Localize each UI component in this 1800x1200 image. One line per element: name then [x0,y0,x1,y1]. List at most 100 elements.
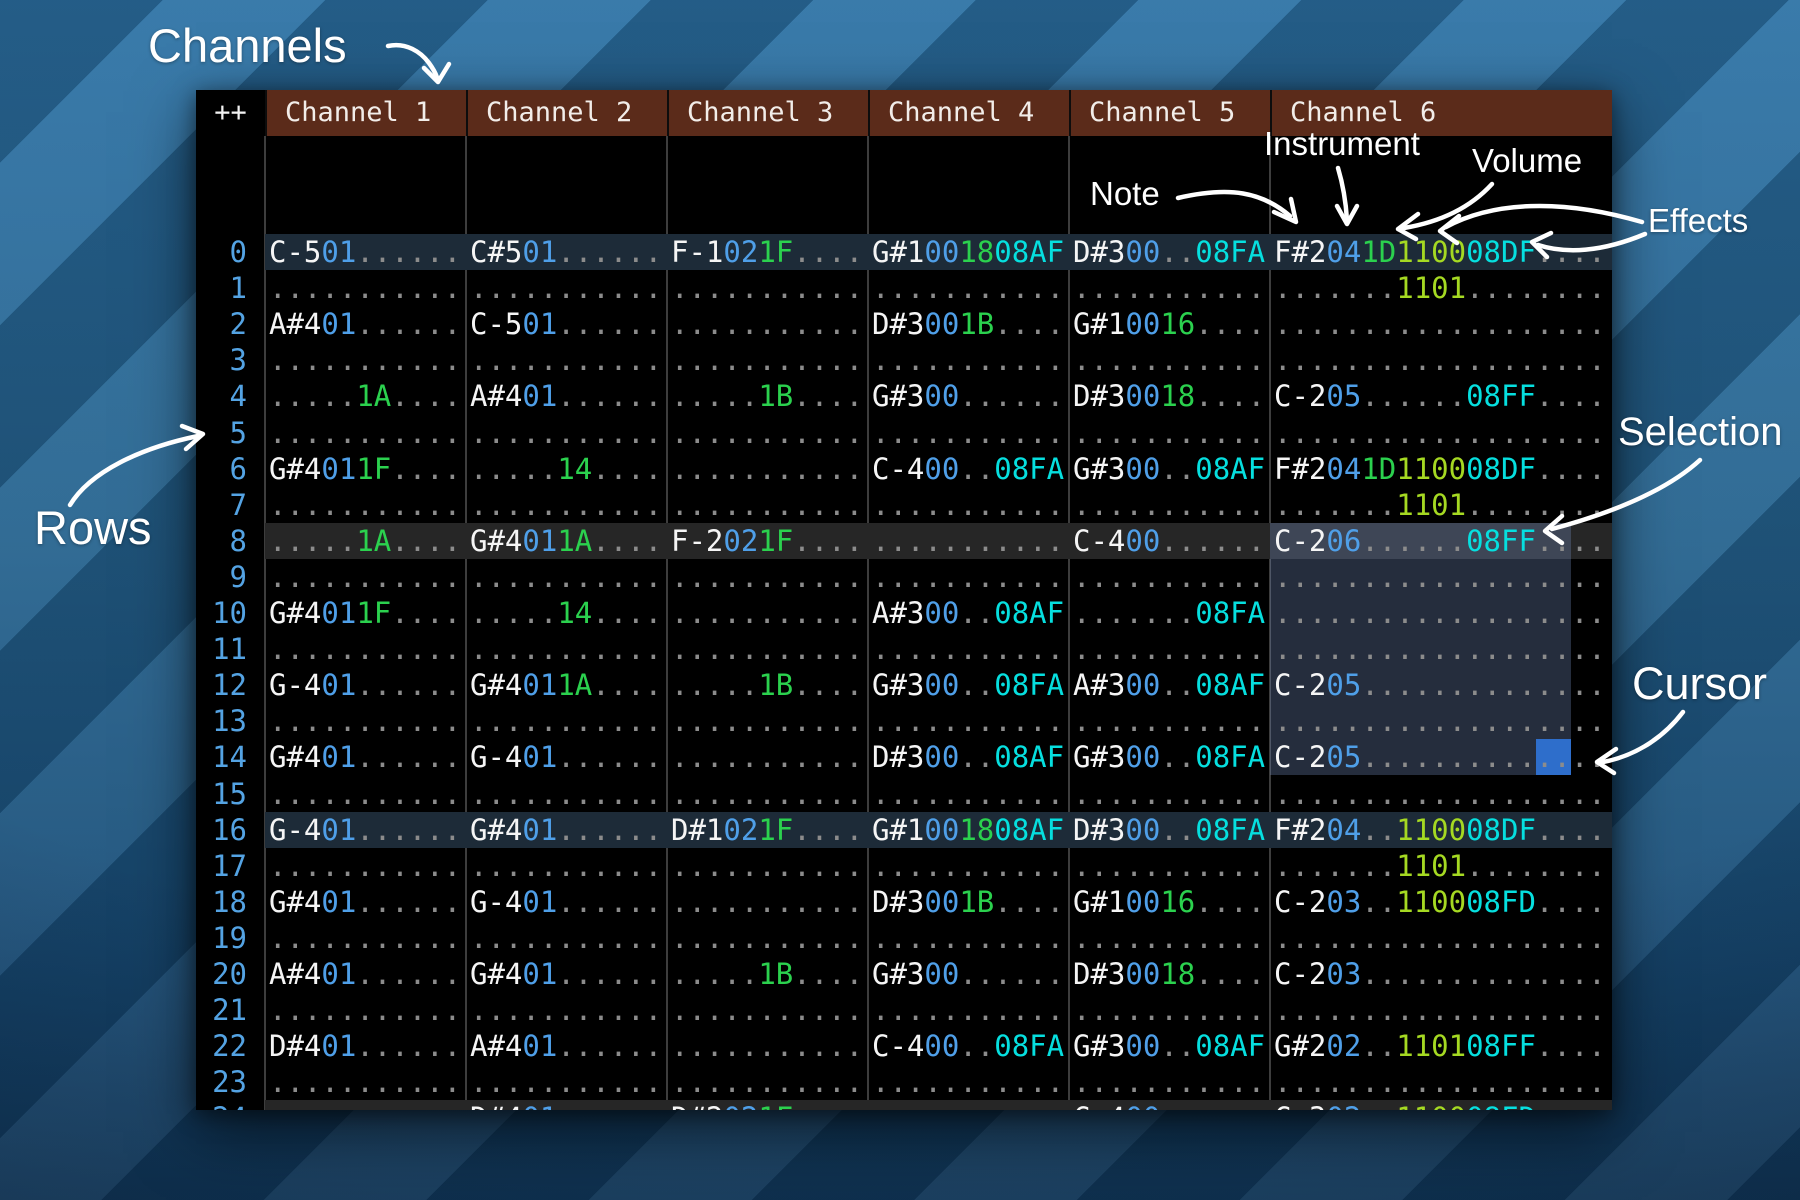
pattern-cell[interactable]: G#202..110108FF.... [1274,1028,1606,1064]
pattern-cell[interactable]: C-205......08FF.... [1274,378,1606,414]
pattern-cell[interactable]: ........... [269,415,461,451]
pattern-cell[interactable]: C-400..08FA [872,451,1064,487]
pattern-cell[interactable]: F#2041D110008DF.... [1274,234,1606,270]
pattern-cell[interactable]: A#401...... [470,378,662,414]
pattern-cell[interactable]: G#401...... [470,956,662,992]
pattern-cell[interactable]: A#300..08AF [1073,667,1265,703]
pattern-cell[interactable]: ........... [671,451,863,487]
pattern-cell[interactable]: ........... [671,559,863,595]
pattern-cell[interactable]: .......08FA [1073,595,1265,631]
pattern-cell[interactable]: ........... [872,631,1064,667]
pattern-cell[interactable]: ........... [269,920,461,956]
channel-header-1[interactable]: Channel 1 [265,90,466,136]
pattern-cell[interactable]: G#300..08AF [1073,1028,1265,1064]
pattern-cell[interactable]: D#300..08FA [1073,812,1265,848]
pattern-cell[interactable]: ................... [1274,1064,1606,1100]
pattern-cell[interactable]: C#501...... [470,234,662,270]
pattern-cell[interactable]: D#300..08AF [872,739,1064,775]
pattern-cell[interactable]: G-401...... [470,884,662,920]
pattern-cell[interactable]: F-1021F.... [671,234,863,270]
pattern-cell[interactable]: ........... [470,1064,662,1100]
pattern-cell[interactable]: .....1B.... [671,667,863,703]
pattern-cell[interactable]: ........... [269,559,461,595]
pattern-cell[interactable]: ........... [1073,631,1265,667]
pattern-cell[interactable]: ........... [671,739,863,775]
pattern-cell[interactable]: G#1001808AF [872,234,1064,270]
pattern-cell[interactable]: ........... [872,920,1064,956]
pattern-cell[interactable]: .......1101........ [1274,270,1606,306]
pattern-cell[interactable]: ........... [1073,848,1265,884]
pattern-cell[interactable]: ........... [1073,415,1265,451]
pattern-cell[interactable]: .....1A.... [269,523,461,559]
pattern-cell[interactable]: C-400...... [1073,1100,1265,1110]
pattern-cell[interactable]: ........... [671,776,863,812]
pattern-cell[interactable]: G#4011A.... [470,667,662,703]
pattern-cell[interactable]: D#401...... [470,1100,662,1110]
pattern-cell[interactable]: ........... [671,342,863,378]
pattern-cell[interactable]: G-401...... [269,812,461,848]
pattern-cell[interactable]: G-401...... [269,667,461,703]
pattern-cell[interactable]: G#1001808AF [872,812,1064,848]
pattern-cell[interactable]: ........... [470,342,662,378]
channel-header-2[interactable]: Channel 2 [466,90,667,136]
pattern-cell[interactable]: ................... [1274,920,1606,956]
pattern-cell[interactable]: ........... [269,631,461,667]
pattern-cell[interactable]: A#401...... [269,956,461,992]
pattern-cell[interactable]: ................... [1274,595,1606,631]
pattern-cell[interactable]: C-203.............. [1274,956,1606,992]
pattern-cell[interactable]: G#300..08AF [1073,451,1265,487]
pattern-cell[interactable]: ........... [470,415,662,451]
pattern-cell[interactable]: ........... [872,270,1064,306]
pattern-cell[interactable]: ........... [671,306,863,342]
pattern-cell[interactable]: .....1A.... [269,378,461,414]
pattern-cell[interactable]: ................... [1274,992,1606,1028]
pattern-cell[interactable]: .......1101........ [1274,487,1606,523]
pattern-grid[interactable]: 0C-501......C#501......F-1021F....G#1001… [196,136,1612,1110]
pattern-cell[interactable]: A#401...... [269,306,461,342]
pattern-cell[interactable]: .....1B.... [671,378,863,414]
pattern-cell[interactable]: ........... [269,776,461,812]
pattern-cell[interactable]: ........... [1073,559,1265,595]
pattern-cell[interactable]: C-400..08FA [872,1028,1064,1064]
pattern-cell[interactable]: .......1101........ [1274,848,1606,884]
pattern-cell[interactable]: ........... [470,270,662,306]
pattern-cell[interactable]: ........... [671,848,863,884]
pattern-cell[interactable]: D#3001B.... [872,306,1064,342]
pattern-cell[interactable]: ........... [269,487,461,523]
pattern-cell[interactable]: ........... [671,270,863,306]
pattern-cell[interactable]: D#3001B.... [872,884,1064,920]
pattern-cell[interactable]: .....14.... [470,451,662,487]
pattern-cell[interactable]: ........... [1073,703,1265,739]
pattern-cell[interactable]: F#204..110008DF.... [1274,812,1606,848]
channel-header-4[interactable]: Channel 4 [868,90,1069,136]
pattern-cell[interactable]: ................... [1274,559,1606,595]
pattern-cell[interactable]: C-302..110008FD.... [1274,1100,1606,1110]
pattern-cell[interactable]: F-2021F.... [671,523,863,559]
pattern-cell[interactable]: ................... [1274,342,1606,378]
pattern-cell[interactable]: G#4011A.... [470,523,662,559]
expand-button[interactable]: ++ [196,90,265,136]
pattern-cell[interactable]: ........... [470,487,662,523]
pattern-cell[interactable]: G-401...... [470,739,662,775]
pattern-cell[interactable]: ........... [872,1100,1064,1110]
pattern-cell[interactable]: ........... [269,848,461,884]
pattern-cell[interactable]: ........... [671,992,863,1028]
pattern-cell[interactable]: ........... [470,631,662,667]
pattern-cell[interactable]: ........... [872,703,1064,739]
pattern-cell[interactable]: D#2021F.... [671,1100,863,1110]
pattern-cell[interactable]: ........... [872,415,1064,451]
pattern-cell[interactable]: ................... [1274,306,1606,342]
pattern-cell[interactable]: ................... [1274,703,1606,739]
pattern-cell[interactable]: C-206......08FF.... [1274,523,1606,559]
pattern-cell[interactable]: ........... [671,415,863,451]
pattern-cell[interactable]: D#300..08FA [1073,234,1265,270]
pattern-cell[interactable]: G#300..08FA [1073,739,1265,775]
pattern-cell[interactable]: ........... [872,848,1064,884]
pattern-cell[interactable]: .....14.... [470,595,662,631]
pattern-cell[interactable]: G#401...... [269,884,461,920]
pattern-cell[interactable]: ........... [1073,342,1265,378]
pattern-cell[interactable]: ........... [671,1028,863,1064]
pattern-cell[interactable]: ........... [1073,920,1265,956]
pattern-cell[interactable]: ................... [1274,776,1606,812]
pattern-cell[interactable]: G#10016.... [1073,884,1265,920]
